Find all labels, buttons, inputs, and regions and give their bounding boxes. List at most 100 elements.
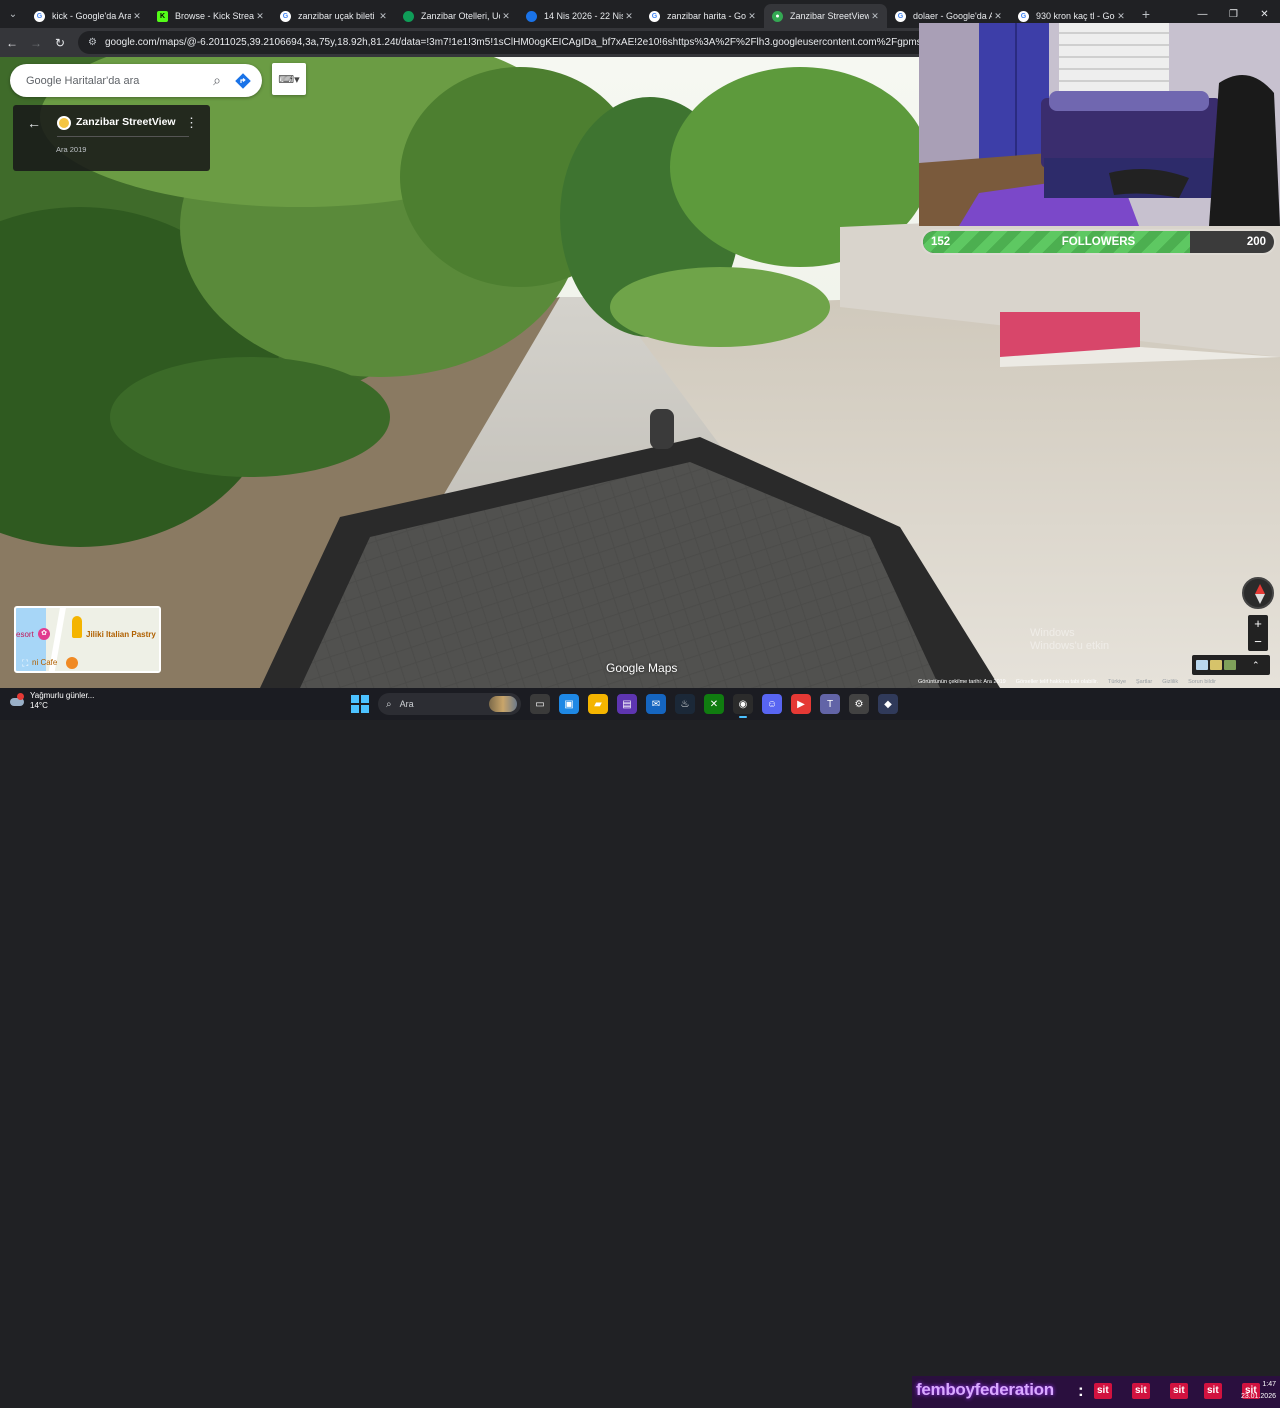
maps-search-input[interactable]: Google Haritalar'da ara [26,75,202,87]
weather-title: Yağmurlu günler... [30,691,95,700]
close-tab-icon[interactable]: ✕ [1115,11,1127,22]
youtube-icon[interactable]: ▶ [791,694,811,714]
footer-country[interactable]: Türkiye [1108,679,1126,688]
keyboard-shortcuts-button[interactable]: ⌨▾ [272,63,306,95]
site-info-icon[interactable]: ⚙ [88,37,97,48]
browser-tab-title: 14 Nis 2026 - 22 Nis [544,11,623,21]
minimap-poi-label[interactable]: Jiliki Italian Pastry [86,630,156,639]
browser-tab-title: Zanzibar StreetView [790,11,869,21]
kick-icon: K [157,10,168,22]
close-tab-icon[interactable]: ✕ [869,11,881,22]
cafe-icon[interactable] [66,657,78,669]
google-icon: G [895,10,906,22]
discord-icon[interactable]: ☺ [762,694,782,714]
place-name[interactable]: Zanzibar StreetView [76,116,176,128]
keyboard-icon: ⌨▾ [278,73,300,86]
browser-tab-title: Browse - Kick Stream [175,11,254,21]
banner-chip: sit [1094,1383,1112,1399]
taskbar-search[interactable]: ⌕ Ara [378,693,521,715]
imagery-strip[interactable]: ⌃ [1192,655,1270,675]
forward-button[interactable]: → [24,36,48,50]
url-host: google.com [104,37,157,48]
close-tab-icon[interactable]: ✕ [992,11,1004,22]
zoom-out-button[interactable]: − [1248,633,1268,651]
tab-search-menu-button[interactable]: ⌄ [0,0,26,28]
chrome-icon[interactable]: ◉ [733,694,753,718]
mini-map[interactable]: esort ✿ Jiliki Italian Pastry ni Cafe ⛶ [14,606,161,673]
minimap-poi-label[interactable]: ni Cafe [32,658,57,667]
close-tab-icon[interactable]: ✕ [746,11,758,22]
directions-icon[interactable] [232,70,254,92]
back-arrow-icon[interactable]: ← [27,115,41,131]
microsoft-store-icon[interactable]: ▤ [617,694,637,714]
close-tab-icon[interactable]: ✕ [377,11,389,22]
google-icon: G [1018,10,1029,22]
banner-colon: : [1078,1381,1084,1400]
new-tab-button[interactable]: + [1133,6,1159,22]
close-tab-icon[interactable]: ✕ [131,11,143,22]
settings-icon[interactable]: ⚙ [849,694,869,714]
imagery-thumbnail[interactable] [1210,660,1222,670]
zoom-controls: + − [1248,615,1268,651]
reload-button[interactable]: ↻ [48,36,72,50]
more-options-icon[interactable]: ⋮ [185,115,198,131]
browser-tab[interactable]: K Browse - Kick Stream ✕ [149,4,272,28]
browser-tab-title: 930 kron kaç tl - Goo [1036,11,1115,21]
clock-date: 23.01.2026 [1240,1393,1276,1400]
windows-start-icon[interactable] [351,695,369,713]
windows-taskbar: Yağmurlu günler... 14°C ⌕ Ara ▭ ▣ ▰ ▤ ✉ … [0,688,1280,1408]
rain-cloud-icon [10,693,24,707]
expand-up-icon[interactable]: ⌃ [1252,660,1260,670]
widgets-icon[interactable]: ▣ [559,694,579,714]
xbox-icon[interactable]: ✕ [704,694,724,714]
compass-icon[interactable] [1242,577,1274,609]
hotel-icon[interactable]: ✿ [38,628,50,640]
weather-widget[interactable]: Yağmurlu günler... 14°C [10,691,94,711]
pegman-icon[interactable] [72,616,82,638]
system-clock[interactable]: 1:47 23.01.2026 [1241,1379,1276,1403]
imagery-thumbnail[interactable] [1196,660,1208,670]
close-tab-icon[interactable]: ✕ [254,11,266,22]
banner-chip: sit [1132,1383,1150,1399]
back-button[interactable]: ← [0,36,24,50]
footer-privacy-link[interactable]: Gizlilik [1162,679,1178,688]
imagery-thumbnail[interactable] [1224,660,1236,670]
maps-icon: ● [772,10,783,22]
footer-report-link[interactable]: Sorun bildir [1188,679,1216,688]
card-divider [57,136,189,137]
browser-tab[interactable]: Gkick - Google'da Ara ✕ [26,4,149,28]
maps-footer: Görüntünün çekilme tarihi: Ara 2019 Görs… [918,679,1216,688]
file-explorer-icon[interactable]: ▰ [588,694,608,714]
browser-tab[interactable]: ● Zanzibar StreetView ✕ [764,4,887,28]
street-view-avatar-icon [57,116,71,130]
app-icon[interactable]: ◆ [878,694,898,714]
compass-north-needle [1255,584,1265,594]
capture-date[interactable]: Ara 2019 [56,145,86,154]
taskbar-pinned-apps: ▭ ▣ ▰ ▤ ✉ ♨ ✕ ◉ ☺ ▶ T ⚙ ◆ [530,694,898,718]
banner-chip: sit [1170,1383,1188,1399]
browser-tab[interactable]: Gzanzibar harita - Goo ✕ [641,4,764,28]
google-maps-logo: Google Maps [606,661,678,675]
flights-icon [526,10,537,22]
google-icon: G [649,10,660,22]
search-icon[interactable]: ⌕ [202,72,232,89]
browser-tab[interactable]: Zanzibar Otelleri, Ucu ✕ [395,4,518,28]
browser-tab[interactable]: 14 Nis 2026 - 22 Nis ✕ [518,4,641,28]
outlook-icon[interactable]: ✉ [646,694,666,714]
expand-map-icon[interactable]: ⛶ [22,658,28,669]
stream-banner-overlay: femboyfederation : sit sit sit sit sit 1… [912,1376,1280,1408]
banner-brand-text: femboyfederation [916,1380,1054,1399]
followers-goal-bar: 152 FOLLOWERS 200 [923,231,1274,253]
task-view-icon[interactable]: ▭ [530,694,550,714]
zoom-in-button[interactable]: + [1248,615,1268,633]
steam-icon[interactable]: ♨ [675,694,695,714]
close-tab-icon[interactable]: ✕ [623,11,635,22]
taskbar-search-input[interactable]: Ara [400,699,414,709]
maps-search-box[interactable]: Google Haritalar'da ara ⌕ [10,64,262,97]
teams-icon[interactable]: T [820,694,840,714]
close-tab-icon[interactable]: ✕ [500,11,512,22]
browser-tab[interactable]: Gzanzibar uçak bileti - ✕ [272,4,395,28]
weather-temperature: 14°C [30,701,48,710]
browser-tab-title: zanzibar uçak bileti - [298,11,377,21]
footer-terms-link[interactable]: Şartlar [1136,679,1152,688]
